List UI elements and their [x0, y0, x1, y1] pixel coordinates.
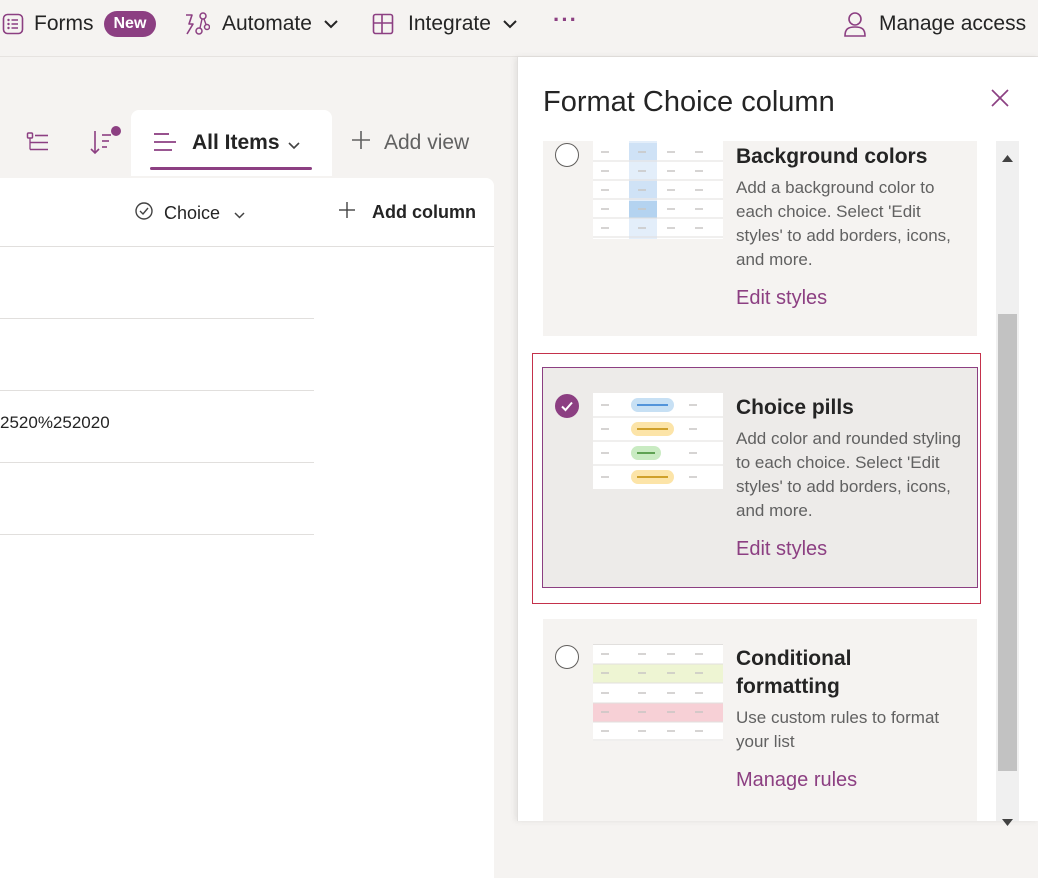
- plus-icon: [350, 129, 372, 157]
- radio-background-colors[interactable]: [555, 143, 579, 167]
- chevron-down-icon: [234, 203, 245, 224]
- scroll-thumb[interactable]: [998, 314, 1017, 771]
- choice-column-icon: [134, 201, 154, 226]
- format-column-panel: Format Choice column Background colors A…: [517, 57, 1038, 826]
- automate-icon: [184, 12, 210, 36]
- scroll-down-icon[interactable]: [1002, 813, 1013, 831]
- choice-pills-thumbnail: [593, 393, 723, 489]
- more-options-button[interactable]: ···: [553, 0, 578, 44]
- edit-styles-link[interactable]: Edit styles: [736, 287, 827, 310]
- add-view-button[interactable]: Add view: [350, 129, 469, 157]
- table-row[interactable]: 2520%252020: [0, 391, 314, 463]
- forms-icon: [2, 13, 24, 35]
- option-title: Choice pills: [736, 396, 854, 419]
- tab-all-items-label: All Items: [192, 131, 280, 154]
- panel-title: Format Choice column: [543, 86, 835, 118]
- close-icon: [989, 89, 1011, 113]
- new-badge: New: [103, 11, 157, 37]
- sort-filter-button[interactable]: [88, 125, 124, 157]
- grid-header: Choice Add column: [0, 178, 494, 247]
- chevron-down-icon: [324, 19, 338, 29]
- option-title: Background colors: [736, 145, 928, 168]
- table-row[interactable]: [0, 247, 314, 319]
- radio-conditional-formatting[interactable]: [555, 645, 579, 669]
- close-button[interactable]: [989, 87, 1013, 111]
- integrate-label: Integrate: [408, 12, 491, 35]
- option-background-colors[interactable]: Background colors Add a background color…: [543, 141, 977, 336]
- chevron-down-icon[interactable]: [288, 137, 300, 155]
- edit-styles-link[interactable]: Edit styles: [736, 538, 827, 561]
- filter-active-dot: [111, 126, 121, 136]
- column-header-choice[interactable]: Choice: [134, 201, 245, 226]
- tab-underline: [150, 167, 312, 170]
- scroll-up-icon[interactable]: [1002, 149, 1013, 167]
- radio-choice-pills[interactable]: [555, 394, 579, 418]
- option-description: Add a background color to each choice. S…: [736, 178, 951, 269]
- forms-button[interactable]: Forms New: [2, 0, 157, 48]
- integrate-button[interactable]: Integrate: [372, 0, 517, 48]
- forms-label: Forms: [34, 12, 94, 35]
- all-items-icon: [152, 131, 178, 158]
- chevron-down-icon: [503, 19, 517, 29]
- automate-button[interactable]: Automate: [184, 0, 338, 48]
- option-description: Add color and rounded styling to each ch…: [736, 429, 961, 520]
- table-row[interactable]: [0, 463, 314, 535]
- option-conditional-formatting[interactable]: Conditional formatting Use custom rules …: [543, 619, 977, 821]
- panel-scrollbar[interactable]: [996, 141, 1019, 826]
- option-title: Conditional formatting: [736, 647, 852, 698]
- background-colors-thumbnail: [593, 141, 723, 239]
- add-column-button[interactable]: Add column: [338, 201, 476, 224]
- table-cell: 2520%252020: [0, 413, 110, 432]
- automate-label: Automate: [222, 12, 312, 35]
- more-icon: ···: [553, 7, 578, 32]
- conditional-formatting-thumbnail: [593, 644, 723, 741]
- plus-icon: [338, 201, 356, 224]
- table-row[interactable]: [0, 319, 314, 391]
- integrate-icon: [372, 13, 394, 35]
- add-column-label: Add column: [372, 202, 476, 222]
- list-grid: Choice Add column 2520%252020: [0, 178, 494, 878]
- person-icon: [843, 11, 867, 37]
- list-area: All Items Add view Choice Add column 252…: [0, 57, 517, 878]
- column-header-label: Choice: [164, 203, 221, 223]
- option-choice-pills[interactable]: Choice pills Add color and rounded styli…: [542, 367, 978, 588]
- list-view-icon[interactable]: [25, 130, 51, 156]
- option-description: Use custom rules to format your list: [736, 708, 940, 751]
- command-bar: Forms New Automate Integrate ··· Manage …: [0, 0, 1038, 57]
- manage-access-label: Manage access: [879, 12, 1027, 35]
- add-view-label: Add view: [384, 131, 470, 154]
- manage-rules-link[interactable]: Manage rules: [736, 769, 857, 792]
- manage-access-button[interactable]: Manage access: [843, 0, 1026, 48]
- checkmark-icon: [560, 401, 573, 411]
